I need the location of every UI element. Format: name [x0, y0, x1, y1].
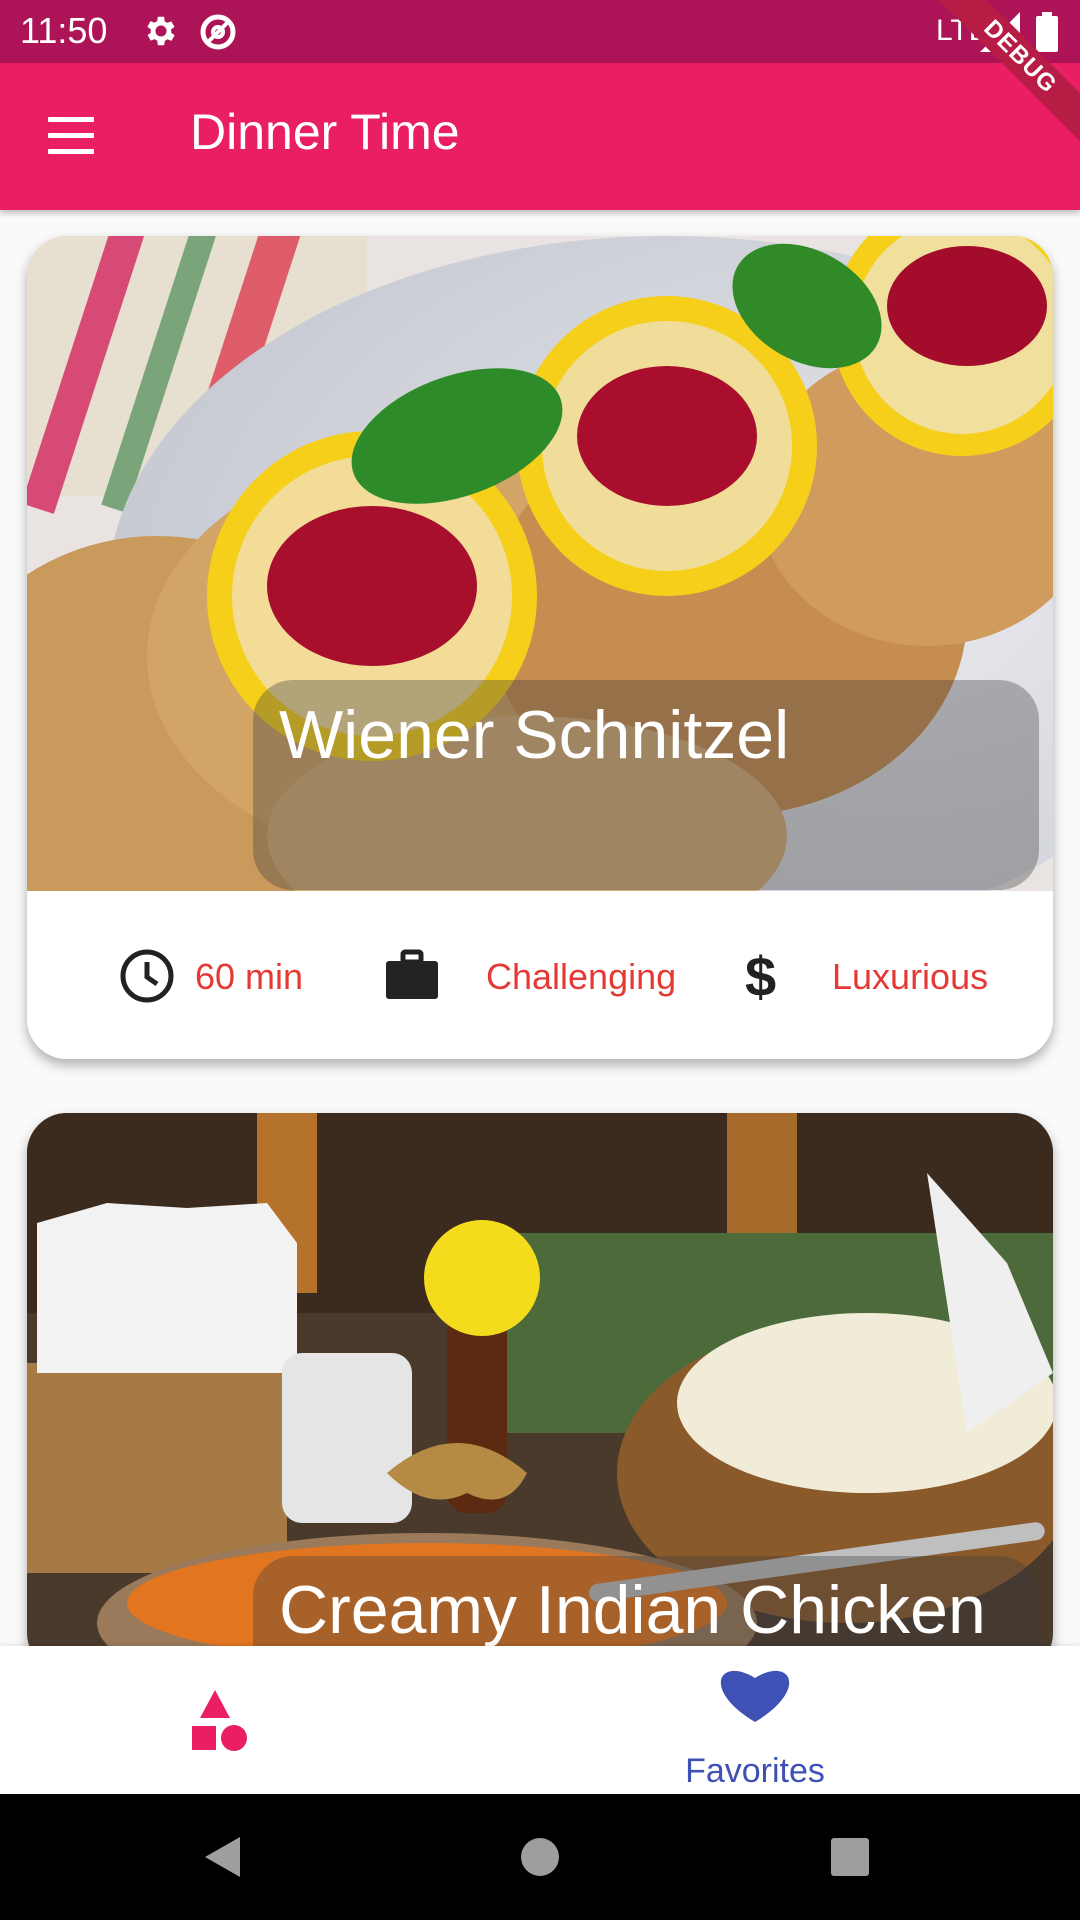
- duration-item: 60 min: [119, 946, 319, 1006]
- affordability-item: $ Luxurious: [739, 945, 1019, 1008]
- favorites-label: Favorites: [685, 1752, 825, 1790]
- do-not-disturb-icon: [198, 12, 238, 57]
- meal-card[interactable]: Wiener Schnitzel 60 min Challenging $ Lu…: [27, 236, 1053, 1059]
- nav-favorites[interactable]: Favorites: [660, 1664, 850, 1790]
- page-title: Dinner Time: [190, 104, 460, 160]
- app-bar: Dinner Time: [0, 63, 1080, 210]
- dollar-icon: $: [745, 945, 777, 1008]
- bottom-nav: Favorites: [0, 1646, 1080, 1794]
- meal-title: Wiener Schnitzel: [279, 697, 790, 773]
- system-nav-bar: [0, 1794, 1080, 1920]
- duration-label: 60 min: [195, 956, 304, 997]
- category-icon: [192, 1690, 247, 1751]
- status-time: 11:50: [20, 10, 108, 51]
- status-bar: 11:50 LTE: [0, 0, 1080, 63]
- complexity-label: Challenging: [486, 956, 677, 997]
- heart-icon: [720, 1670, 790, 1722]
- recents-icon[interactable]: [825, 1832, 875, 1882]
- back-icon[interactable]: [200, 1832, 250, 1882]
- home-icon[interactable]: [515, 1832, 565, 1882]
- complexity-item: Challenging: [384, 946, 684, 1006]
- clock-icon: [120, 949, 174, 1003]
- settings-icon: [142, 12, 180, 55]
- meal-title: Creamy Indian Chicken: [279, 1572, 986, 1648]
- meal-card[interactable]: Creamy Indian Chicken: [27, 1113, 1053, 1673]
- briefcase-icon: [386, 949, 438, 999]
- battery-icon: [1036, 12, 1058, 57]
- menu-icon[interactable]: [40, 111, 100, 161]
- nav-categories[interactable]: [150, 1686, 280, 1766]
- affordability-label: Luxurious: [832, 956, 989, 997]
- meal-meta: 60 min Challenging $ Luxurious: [27, 891, 1053, 1059]
